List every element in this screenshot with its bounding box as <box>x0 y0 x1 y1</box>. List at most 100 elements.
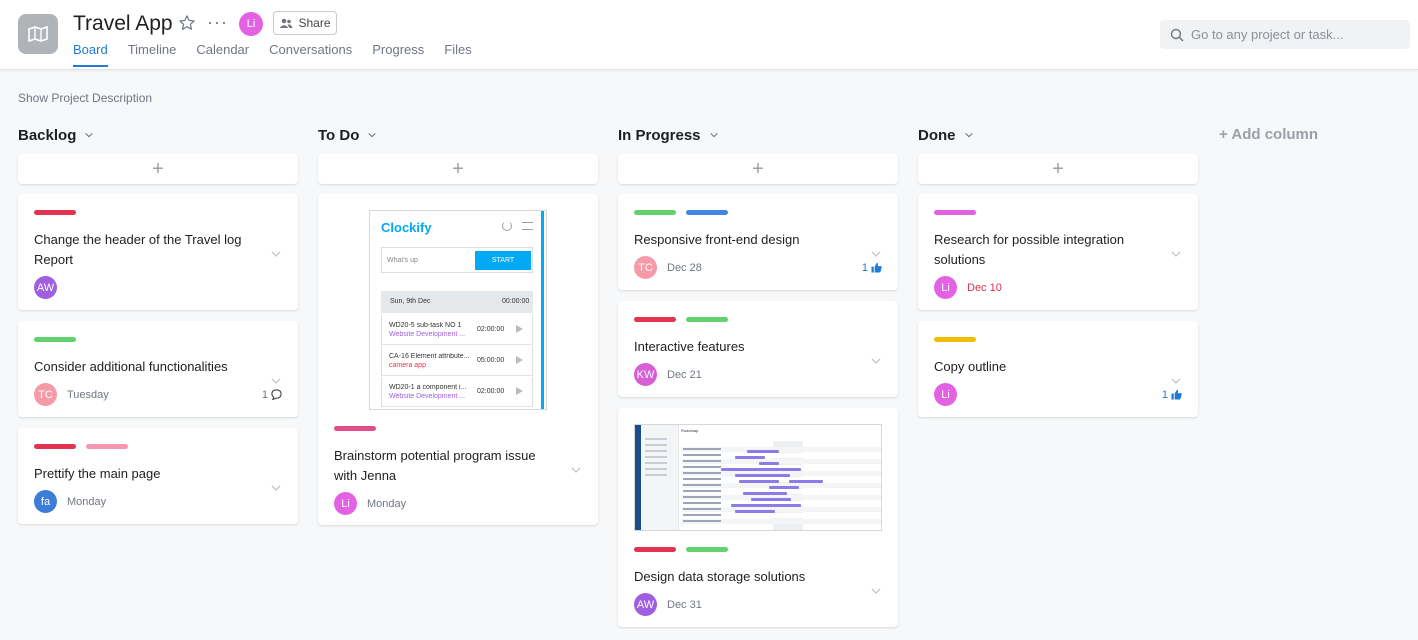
avatar[interactable]: TC <box>34 383 57 406</box>
task-label <box>683 448 721 450</box>
tag-label[interactable] <box>34 337 76 342</box>
task-card[interactable]: Copy outline Li 1 <box>918 321 1198 417</box>
tag-label[interactable] <box>334 426 376 431</box>
tag-list <box>34 337 282 343</box>
tag-list <box>934 210 1182 216</box>
task-card[interactable]: Responsive front-end design TC Dec 28 1 <box>618 194 898 290</box>
day-label: Sun, 9th Dec <box>390 298 431 305</box>
due-date[interactable]: Monday <box>367 498 406 510</box>
chevron-down-icon[interactable] <box>964 130 974 140</box>
avatar[interactable]: Li <box>934 383 957 406</box>
card-meta: fa Monday <box>34 490 282 513</box>
add-task-button[interactable]: + <box>918 154 1198 184</box>
card-meta: AW Dec 31 <box>634 593 882 616</box>
comment-count[interactable]: 1 <box>262 389 282 401</box>
tag-label[interactable] <box>634 210 676 215</box>
more-options-icon[interactable]: ··· <box>207 12 228 33</box>
avatar[interactable]: AW <box>634 593 657 616</box>
chevron-down-icon[interactable] <box>270 248 282 260</box>
task-card[interactable]: Prettify the main page fa Monday <box>18 428 298 524</box>
chevron-down-icon[interactable] <box>709 130 719 140</box>
add-task-button[interactable]: + <box>18 154 298 184</box>
tab-conversations[interactable]: Conversations <box>269 42 352 67</box>
due-date[interactable]: Dec 21 <box>667 369 702 381</box>
search-input[interactable] <box>1191 27 1401 42</box>
task-card[interactable]: Clockify What's up START Sun, 9th Dec 00:00:… <box>318 194 598 525</box>
search-box[interactable] <box>1160 20 1410 49</box>
play-icon <box>516 356 523 364</box>
column-header[interactable]: To Do <box>318 125 598 145</box>
avatar[interactable]: AW <box>34 276 57 299</box>
due-date[interactable]: Dec 28 <box>667 262 702 274</box>
tab-timeline[interactable]: Timeline <box>128 42 177 67</box>
attachment-thumbnail[interactable]: Roadmap <box>634 424 882 531</box>
tag-label[interactable] <box>34 444 76 449</box>
avatar[interactable]: Li <box>239 12 263 36</box>
star-icon[interactable] <box>178 14 196 32</box>
attachment-thumbnail[interactable]: Clockify What's up START Sun, 9th Dec 00:00:… <box>369 210 547 410</box>
tab-board[interactable]: Board <box>73 42 108 67</box>
menu-icon <box>522 222 533 230</box>
task-label <box>683 520 721 522</box>
due-date[interactable]: Monday <box>67 496 106 508</box>
project-icon[interactable] <box>18 14 58 54</box>
chevron-down-icon[interactable] <box>84 130 94 140</box>
add-task-button[interactable]: + <box>318 154 598 184</box>
tab-progress[interactable]: Progress <box>372 42 424 67</box>
thumbs-up-icon <box>1171 389 1182 400</box>
task-label <box>683 502 721 504</box>
column-header[interactable]: Backlog <box>18 125 298 145</box>
gantt-bar <box>747 450 779 453</box>
avatar[interactable]: Li <box>334 492 357 515</box>
sidebar-entry <box>645 450 667 452</box>
tag-label[interactable] <box>686 547 728 552</box>
task-card[interactable]: Interactive features KW Dec 21 <box>618 301 898 397</box>
comment-count-value: 1 <box>261 388 268 401</box>
top-bar: Travel App ··· Li Share Board Timeline Cal… <box>0 0 1418 70</box>
chevron-down-icon[interactable] <box>367 130 377 140</box>
task-label <box>683 478 721 480</box>
add-task-button[interactable]: + <box>618 154 898 184</box>
roadmap-preview: Roadmap <box>635 425 881 530</box>
gantt-bar <box>751 498 791 501</box>
tag-label[interactable] <box>686 210 728 215</box>
tag-label[interactable] <box>34 210 76 215</box>
avatar[interactable]: fa <box>34 490 57 513</box>
entry-project: camera app <box>389 362 426 369</box>
card-title: Copy outline <box>934 359 1007 374</box>
like-count[interactable]: 1 <box>1162 389 1182 401</box>
tag-label[interactable] <box>934 210 976 215</box>
share-label: Share <box>298 16 331 30</box>
like-count[interactable]: 1 <box>862 262 882 274</box>
start-button: START <box>475 251 531 270</box>
tag-label[interactable] <box>686 317 728 322</box>
due-date[interactable]: Dec 31 <box>667 599 702 611</box>
card-meta: AW <box>34 276 282 299</box>
add-column-button[interactable]: + Add column <box>1219 126 1318 143</box>
column-header[interactable]: In Progress <box>618 125 898 145</box>
column-header[interactable]: Done <box>918 125 1198 145</box>
tab-files[interactable]: Files <box>444 42 471 67</box>
avatar[interactable]: Li <box>934 276 957 299</box>
share-button[interactable]: Share <box>273 11 337 35</box>
tab-calendar[interactable]: Calendar <box>196 42 249 67</box>
task-card[interactable]: Consider additional functionalities TC Tue… <box>18 321 298 417</box>
task-card[interactable]: Roadmap Design data storage solutions AW De… <box>618 408 898 627</box>
tag-label[interactable] <box>86 444 128 449</box>
project-title: Travel App <box>73 12 173 35</box>
card-title-row: Copy outline <box>934 357 1182 384</box>
due-date[interactable]: Dec 10 <box>967 282 1002 294</box>
chevron-down-icon[interactable] <box>570 464 582 476</box>
task-card[interactable]: Research for possible integration soluti… <box>918 194 1198 310</box>
task-card[interactable]: Change the header of the Travel log Repo… <box>18 194 298 310</box>
show-project-description-link[interactable]: Show Project Description <box>18 91 152 105</box>
tag-label[interactable] <box>634 317 676 322</box>
due-date[interactable]: Tuesday <box>67 389 109 401</box>
tag-label[interactable] <box>634 547 676 552</box>
chevron-down-icon[interactable] <box>1170 248 1182 260</box>
avatar[interactable]: TC <box>634 256 657 279</box>
avatar[interactable]: KW <box>634 363 657 386</box>
card-meta: TC Dec 28 1 <box>634 256 882 279</box>
entry-time: 02:00:00 <box>477 326 505 333</box>
tag-label[interactable] <box>934 337 976 342</box>
